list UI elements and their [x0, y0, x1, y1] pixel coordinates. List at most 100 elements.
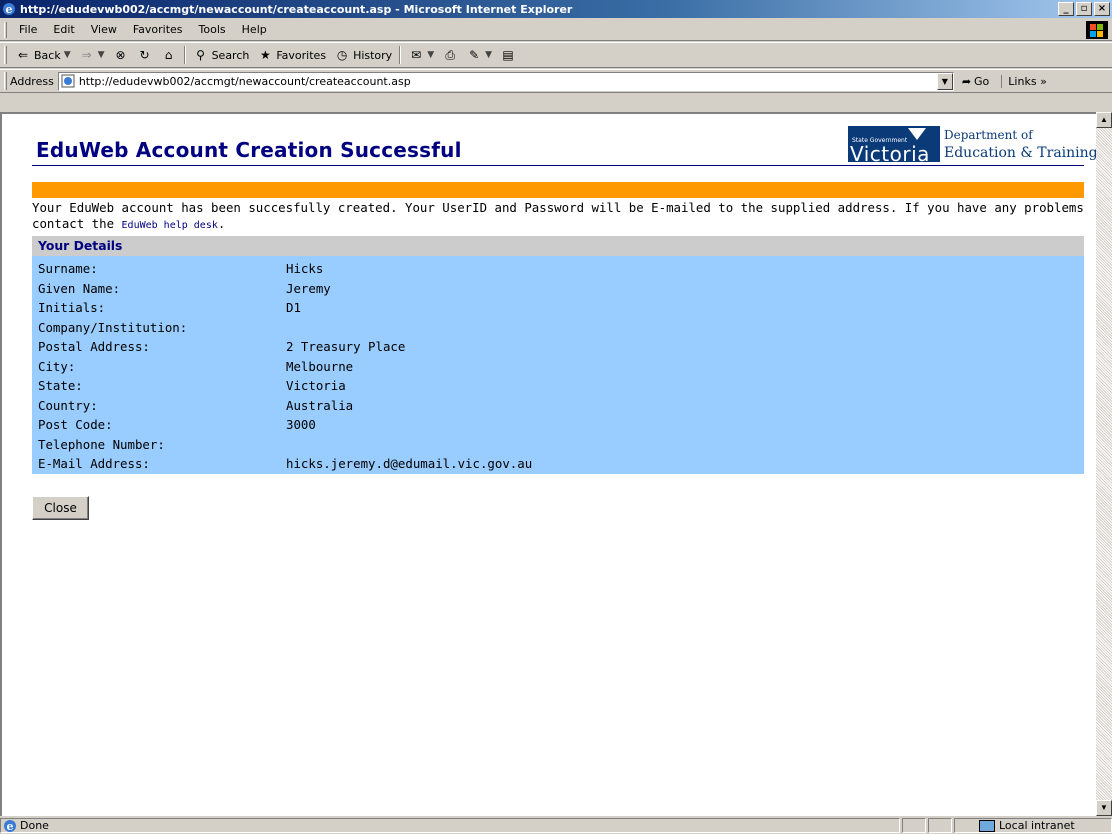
detail-label: Surname:	[38, 261, 98, 277]
detail-label: Given Name:	[38, 280, 121, 296]
windows-logo-icon	[1086, 21, 1108, 39]
toolbar-separator	[399, 46, 402, 64]
close-window-button[interactable]: ×	[1094, 2, 1110, 16]
back-button[interactable]: ⇐ Back ▼	[11, 44, 75, 66]
page-content: EduWeb Account Creation Successful State…	[0, 112, 1096, 816]
toolbar-separator	[183, 46, 186, 64]
menu-view[interactable]: View	[83, 23, 125, 36]
maximize-button[interactable]: ▫	[1076, 2, 1092, 16]
menu-help[interactable]: Help	[234, 23, 275, 36]
scroll-down-icon[interactable]: ▼	[1096, 800, 1112, 816]
search-button[interactable]: ⚲ Search	[189, 44, 254, 66]
menu-bar: File Edit View Favorites Tools Help	[0, 19, 1112, 41]
browser-window: e http://edudevwb002/accmgt/newaccount/c…	[0, 0, 1112, 834]
address-input[interactable]: http://edudevwb002/accmgt/newaccount/cre…	[57, 71, 954, 91]
history-label: History	[353, 48, 393, 62]
title-bar[interactable]: e http://edudevwb002/accmgt/newaccount/c…	[0, 0, 1112, 18]
detail-value: D1	[286, 300, 301, 316]
mail-icon: ✉	[411, 48, 422, 62]
home-icon: ⌂	[164, 48, 173, 62]
svg-text:e: e	[7, 820, 14, 833]
help-desk-link[interactable]: EduWeb help desk	[122, 220, 218, 231]
links-label: Links	[1008, 74, 1037, 88]
detail-value: 3000	[286, 417, 316, 433]
toolbar-grip[interactable]	[4, 46, 7, 64]
detail-label: State:	[38, 378, 83, 394]
address-label: Address	[10, 74, 54, 88]
menu-favorites[interactable]: Favorites	[125, 23, 191, 36]
vertical-scrollbar[interactable]: ▲ ▼	[1096, 112, 1112, 816]
history-button[interactable]: ◷ History	[330, 44, 396, 66]
search-icon: ⚲	[196, 48, 205, 62]
menu-tools[interactable]: Tools	[191, 23, 234, 36]
detail-label: Company/Institution:	[38, 319, 188, 335]
refresh-button[interactable]: ↻	[133, 44, 157, 66]
stop-icon: ⊗	[115, 48, 126, 62]
status-cell	[928, 818, 952, 833]
detail-label: E-Mail Address:	[38, 456, 150, 472]
victoria-text: Victoria	[850, 142, 930, 166]
print-icon: ⎙	[445, 48, 455, 62]
detail-label: Post Code:	[38, 417, 113, 433]
window-title: http://edudevwb002/accmgt/newaccount/cre…	[20, 2, 573, 16]
stop-button[interactable]: ⊗	[109, 44, 133, 66]
discuss-button[interactable]: ▤	[496, 44, 520, 66]
status-cell	[902, 818, 926, 833]
mail-button[interactable]: ✉ ▼	[404, 44, 438, 66]
detail-row-initials: Initials: D1	[32, 298, 1084, 318]
links-button[interactable]: Links »	[1001, 74, 1047, 88]
detail-value: Hicks	[286, 261, 324, 277]
detail-row-given-name: Given Name: Jeremy	[32, 279, 1084, 299]
edit-button[interactable]: ✎ ▼	[462, 44, 496, 66]
address-dropdown-icon[interactable]: ▼	[936, 72, 953, 90]
department-logo: State Government Victoria Department of …	[848, 126, 1096, 166]
detail-row-surname: Surname: Hicks	[32, 259, 1084, 279]
department-name: Department of Education & Training	[944, 126, 1096, 162]
go-button[interactable]: ➦ Go	[962, 75, 989, 88]
go-label: Go	[974, 74, 990, 88]
mail-dropdown-icon[interactable]: ▼	[427, 50, 434, 60]
detail-value: Melbourne	[286, 358, 354, 374]
address-bar: Address http://edudevwb002/accmgt/newacc…	[0, 69, 1112, 93]
forward-arrow-icon: ⇒	[81, 48, 92, 62]
edit-dropdown-icon[interactable]: ▼	[485, 50, 492, 60]
forward-button[interactable]: ⇒ ▼	[75, 44, 109, 66]
edit-icon: ✎	[469, 48, 480, 62]
minimize-button[interactable]: _	[1058, 2, 1074, 16]
zone-text: Local intranet	[999, 819, 1075, 832]
detail-row-telephone: Telephone Number:	[32, 435, 1084, 455]
standard-toolbar: ⇐ Back ▼ ⇒ ▼ ⊗ ↻ ⌂ ⚲ Search ★ Favorites …	[0, 42, 1112, 68]
detail-label: Telephone Number:	[38, 436, 165, 452]
status-main-panel: e Done	[0, 818, 900, 833]
search-label: Search	[211, 48, 250, 62]
menu-file[interactable]: File	[11, 23, 45, 36]
address-grip[interactable]	[4, 72, 7, 90]
detail-value: Jeremy	[286, 280, 331, 296]
detail-label: City:	[38, 358, 76, 374]
orange-divider	[32, 182, 1084, 198]
status-text: Done	[20, 819, 49, 832]
security-zone-panel: Local intranet	[954, 818, 1112, 833]
forward-dropdown-icon[interactable]: ▼	[98, 50, 105, 60]
department-line1: Department of	[944, 128, 1033, 142]
detail-row-email: E-Mail Address: hicks.jeremy.d@edumail.v…	[32, 454, 1084, 474]
detail-value: Victoria	[286, 378, 346, 394]
local-intranet-icon	[979, 819, 995, 832]
close-button[interactable]: Close	[32, 496, 89, 520]
menu-grip[interactable]	[4, 21, 7, 38]
detail-value: hicks.jeremy.d@edumail.vic.gov.au	[286, 456, 533, 472]
detail-value: Australia	[286, 397, 354, 413]
menu-edit[interactable]: Edit	[45, 23, 82, 36]
scroll-up-icon[interactable]: ▲	[1096, 112, 1112, 128]
victoria-badge: State Government Victoria	[848, 126, 940, 166]
history-icon: ◷	[336, 48, 348, 62]
back-dropdown-icon[interactable]: ▼	[64, 50, 71, 60]
ie-icon: e	[3, 3, 15, 16]
chevron-right-icon: »	[1040, 74, 1047, 88]
discuss-icon: ▤	[502, 48, 514, 62]
home-button[interactable]: ⌂	[157, 44, 181, 66]
victoria-triangle-icon	[908, 128, 926, 140]
print-button[interactable]: ⎙	[438, 44, 462, 66]
favorites-button[interactable]: ★ Favorites	[253, 44, 330, 66]
detail-row-postal-address: Postal Address: 2 Treasury Place	[32, 337, 1084, 357]
